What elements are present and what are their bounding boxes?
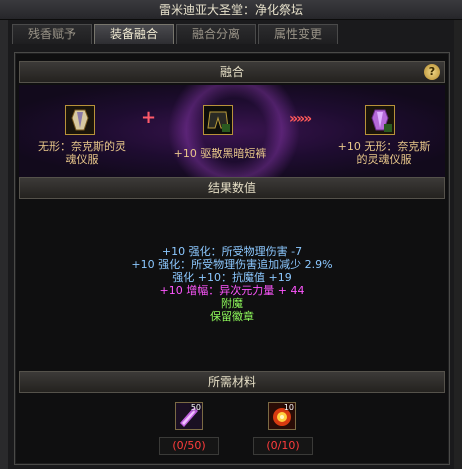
- result-header: 结果数值: [19, 177, 445, 199]
- result-item-label-line2: 的灵魂仪服: [356, 153, 412, 166]
- help-icon[interactable]: ?: [424, 64, 440, 80]
- purple-armor-icon: [366, 106, 394, 134]
- result-line: 保留徽章: [210, 310, 254, 323]
- dark-shorts-icon: [204, 106, 232, 134]
- arrows-icon: »»»: [289, 111, 312, 127]
- material-slot[interactable]: 50: [175, 402, 203, 430]
- result-line: 附魔: [221, 297, 243, 310]
- material-item-slot[interactable]: [203, 105, 233, 135]
- material-qty: (0/10): [253, 437, 313, 455]
- tab-fusion-separation[interactable]: 融合分离: [176, 24, 256, 44]
- left-frame: [0, 20, 8, 469]
- material-qty: (0/50): [159, 437, 219, 455]
- result-header-title: 结果数值: [207, 181, 256, 195]
- purple-armor-icon: [66, 106, 94, 134]
- tab-attribute-change[interactable]: 属性变更: [258, 24, 338, 44]
- window-title: 雷米迪亚大圣堂：净化祭坛: [0, 0, 462, 20]
- result-item-label-line1: +10 无形：奈克斯: [337, 140, 431, 153]
- fusion-area: 无形：奈克斯的灵 魂仪服 + +10 驱散黑暗短裤 »»» +10 无形：奈克斯: [19, 85, 445, 177]
- result-item-slot[interactable]: [365, 105, 395, 135]
- materials-header: 所需材料: [19, 371, 445, 393]
- source-item-label-line1: 无形：奈克斯的灵: [38, 140, 126, 153]
- tab-bar: 残香赋予 装备融合 融合分离 属性变更: [12, 24, 338, 44]
- fusion-header: 融合 ?: [19, 61, 445, 83]
- result-line: 强化 +10：抗魔值 +19: [172, 271, 292, 284]
- result-line: +10 强化：所受物理伤害 -7: [161, 245, 303, 258]
- tab-remnant-grant[interactable]: 残香赋予: [12, 24, 92, 44]
- result-item-label: +10 无形：奈克斯 的灵魂仪服: [329, 140, 439, 166]
- material-item-label: +10 驱散黑暗短裤: [173, 147, 267, 160]
- right-frame: [454, 20, 462, 469]
- fusion-panel: 融合 ? 无形：奈克斯的灵 魂仪服 + +10 驱散黑暗短裤 »»» +10 无…: [14, 52, 450, 465]
- material-badge: 50: [190, 403, 201, 412]
- source-item-label: 无形：奈克斯的灵 魂仪服: [37, 140, 127, 166]
- plus-icon: +: [141, 107, 157, 128]
- fusion-header-title: 融合: [219, 65, 244, 79]
- result-values: +10 强化：所受物理伤害 -7 +10 强化：所受物理伤害追加减少 2.9% …: [19, 205, 445, 369]
- source-item-slot[interactable]: [65, 105, 95, 135]
- result-line: +10 增幅：异次元力量 + 44: [159, 284, 305, 297]
- material-badge: 10: [283, 403, 294, 412]
- tab-equipment-fusion[interactable]: 装备融合: [94, 24, 174, 44]
- materials-header-title: 所需材料: [207, 375, 256, 389]
- material-slot[interactable]: 10: [268, 402, 296, 430]
- source-item-label-line2: 魂仪服: [65, 153, 99, 166]
- result-line: +10 强化：所受物理伤害追加减少 2.9%: [131, 258, 333, 271]
